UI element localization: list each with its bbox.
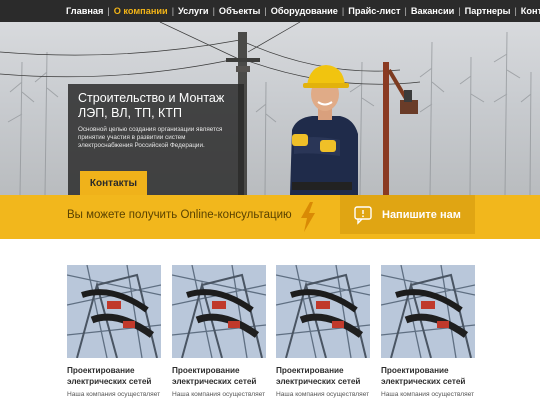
service-card-image[interactable] bbox=[381, 265, 475, 358]
service-card-title[interactable]: Проектирование электрических сетей bbox=[67, 366, 161, 387]
service-card-title[interactable]: Проектирование электрических сетей bbox=[172, 366, 266, 387]
nav-item-about[interactable]: О компании bbox=[114, 6, 168, 16]
nav-item-objects[interactable]: Объекты bbox=[219, 6, 260, 16]
service-card-image[interactable] bbox=[172, 265, 266, 358]
hero-banner: Строительство и Монтаж ЛЭП, ВЛ, ТП, КТП … bbox=[0, 22, 540, 195]
hero-info-box: Строительство и Монтаж ЛЭП, ВЛ, ТП, КТП … bbox=[68, 84, 244, 195]
nav-item-services[interactable]: Услуги bbox=[178, 6, 209, 16]
service-card: Проектирование электрических сетей Наша … bbox=[172, 265, 266, 399]
service-card-text: Наша компания осуществляет bbox=[67, 391, 161, 398]
nav-separator: | bbox=[341, 6, 345, 16]
service-card-image[interactable] bbox=[67, 265, 161, 358]
nav-item-partners[interactable]: Партнеры bbox=[465, 6, 511, 16]
nav-item-vacancies[interactable]: Вакансии bbox=[411, 6, 454, 16]
nav-item-equipment[interactable]: Оборудование bbox=[271, 6, 338, 16]
top-navigation: Главная | О компании | Услуги | Объекты … bbox=[0, 0, 540, 22]
service-card-text: Наша компания осуществляет bbox=[172, 391, 266, 398]
nav-separator: | bbox=[514, 6, 517, 16]
nav-item-home[interactable]: Главная bbox=[66, 6, 103, 16]
service-card: Проектирование электрических сетей Наша … bbox=[67, 265, 161, 399]
write-us-button[interactable]: Напишите нам bbox=[340, 195, 475, 234]
services-cards: Проектирование электрических сетей Наша … bbox=[67, 265, 477, 400]
power-line-photo bbox=[67, 265, 161, 358]
nav-separator: | bbox=[264, 6, 267, 16]
power-line-photo bbox=[276, 265, 370, 358]
power-line-photo bbox=[381, 265, 475, 358]
power-line-photo bbox=[172, 265, 266, 358]
nav-separator: | bbox=[212, 6, 215, 16]
service-card-title[interactable]: Проектирование электрических сетей bbox=[381, 366, 475, 387]
service-card-title[interactable]: Проектирование электрических сетей bbox=[276, 366, 370, 387]
contacts-button[interactable]: Контакты bbox=[80, 171, 147, 195]
service-card-text: Наша компания осуществляет bbox=[276, 391, 370, 398]
nav-separator: | bbox=[171, 6, 175, 16]
hero-description: Основной целью создания организации явля… bbox=[78, 126, 223, 150]
lightning-bolt-icon bbox=[301, 202, 315, 232]
service-card: Проектирование электрических сетей Наша … bbox=[276, 265, 370, 399]
nav-item-contacts[interactable]: Контакты bbox=[521, 6, 540, 16]
nav-item-pricelist[interactable]: Прайс-лист bbox=[348, 6, 400, 16]
chat-bubble-icon bbox=[354, 205, 372, 225]
consultation-text: Вы можете получить Online-консультацию bbox=[67, 209, 292, 221]
nav-separator: | bbox=[458, 6, 461, 16]
service-card-image[interactable] bbox=[276, 265, 370, 358]
nav-separator: | bbox=[404, 6, 407, 16]
write-us-label: Напишите нам bbox=[382, 208, 461, 221]
service-card-text: Наша компания осуществляет bbox=[381, 391, 475, 398]
hero-title: Строительство и Монтаж ЛЭП, ВЛ, ТП, КТП bbox=[78, 91, 225, 120]
service-card: Проектирование электрических сетей Наша … bbox=[381, 265, 475, 399]
nav-separator: | bbox=[107, 6, 110, 16]
consultation-band: Вы можете получить Online-консультацию Н… bbox=[0, 195, 540, 239]
